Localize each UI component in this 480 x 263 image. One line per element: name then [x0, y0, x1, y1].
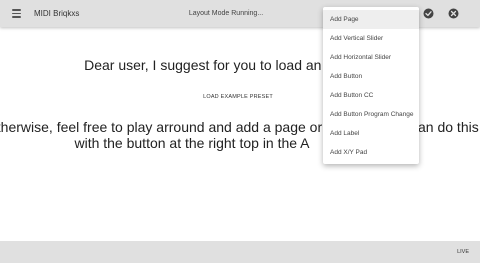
hint-message-line-1-end: an do this — [418, 119, 479, 135]
menu-item-add-vertical-slider[interactable]: Add Vertical Slider — [323, 29, 419, 48]
menu-item-add-page[interactable]: Add Page — [323, 10, 419, 29]
menu-item-add-xy-pad[interactable]: Add X/Y Pad — [323, 143, 419, 162]
menu-item-add-label[interactable]: Add Label — [323, 124, 419, 143]
menu-item-add-button-cc[interactable]: Add Button CC — [323, 86, 419, 105]
load-example-preset-button[interactable]: LOAD EXAMPLE PRESET — [195, 90, 281, 104]
check-circle-icon[interactable] — [422, 7, 435, 20]
menu-item-add-button[interactable]: Add Button — [323, 67, 419, 86]
menu-item-add-button-program-change[interactable]: Add Button Program Change — [323, 105, 419, 124]
bottom-bar: LIVE — [0, 241, 480, 263]
close-circle-icon[interactable] — [447, 7, 460, 20]
menu-item-add-horizontal-slider[interactable]: Add Horizontal Slider — [323, 48, 419, 67]
add-element-menu: Add Page Add Vertical Slider Add Horizon… — [323, 7, 419, 164]
live-mode-button[interactable]: LIVE — [457, 241, 469, 263]
